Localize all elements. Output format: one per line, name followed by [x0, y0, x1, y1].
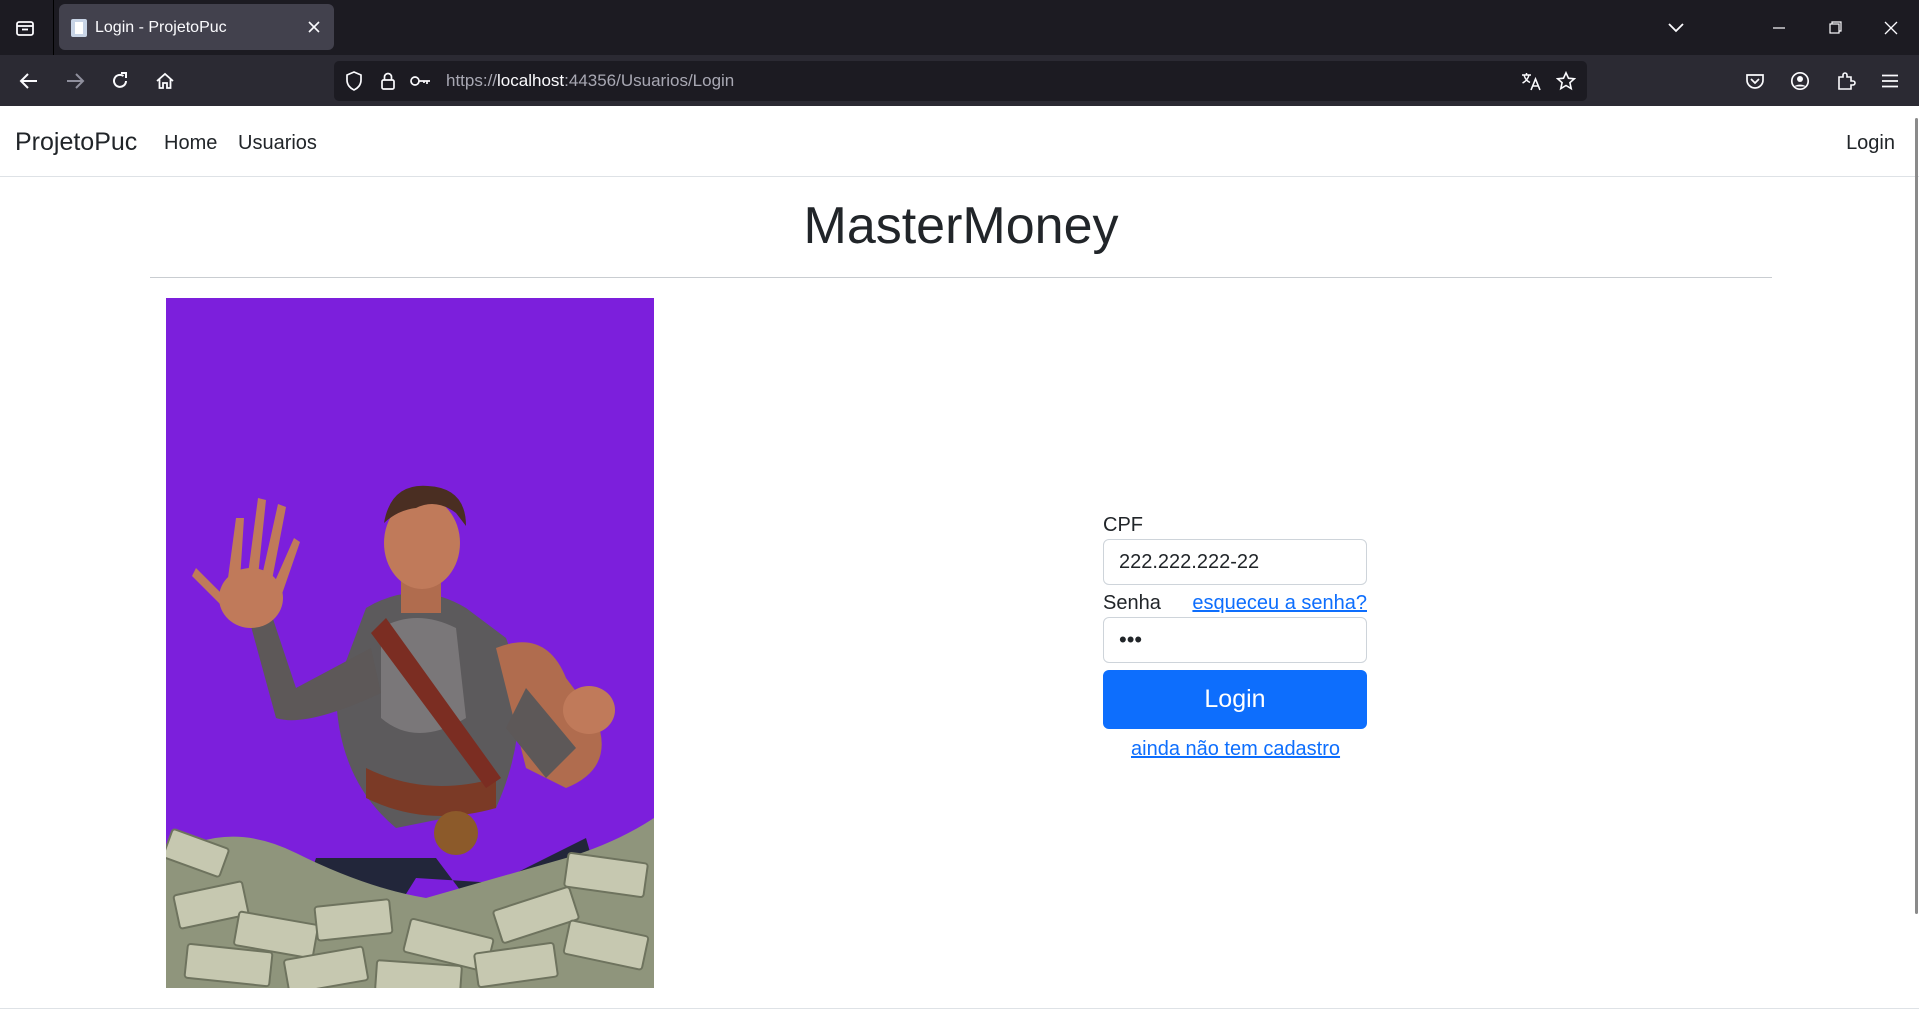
tab-overflow-chevron-icon[interactable] — [1648, 0, 1704, 55]
login-button[interactable]: Login — [1103, 670, 1367, 729]
address-bar[interactable]: https://localhost:44356/Usuarios/Login — [334, 61, 1587, 101]
close-window-icon[interactable] — [1863, 0, 1919, 55]
url-path: :44356/Usuarios/Login — [564, 71, 735, 90]
hero-warrior-money-image — [166, 298, 654, 988]
web-page: ProjetoPuc Home Usuarios Login MasterMon… — [0, 106, 1919, 1015]
browser-tab-bar: Login - ProjetoPuc — [0, 0, 1919, 55]
url-host: localhost — [497, 71, 565, 90]
cpf-input[interactable]: 222.222.222-22 — [1103, 539, 1367, 585]
scrollbar-thumb[interactable] — [1915, 118, 1918, 914]
translate-icon[interactable] — [1517, 67, 1545, 95]
key-icon[interactable] — [407, 67, 435, 95]
footer-divider — [0, 1008, 1919, 1009]
senha-label: Senha — [1103, 592, 1161, 614]
restore-icon[interactable] — [1807, 0, 1863, 55]
password-input[interactable]: ••• — [1103, 617, 1367, 663]
bookmark-star-icon[interactable] — [1552, 67, 1580, 95]
close-tab-icon[interactable] — [302, 15, 326, 39]
url-text[interactable]: https://localhost:44356/Usuarios/Login — [446, 71, 734, 91]
forgot-password-link[interactable]: esqueceu a senha? — [1192, 592, 1367, 615]
tab-separator — [53, 0, 54, 55]
site-brand[interactable]: ProjetoPuc — [15, 128, 137, 157]
cpf-label: CPF — [1103, 514, 1143, 536]
lock-icon[interactable] — [374, 67, 402, 95]
site-navbar: ProjetoPuc Home Usuarios Login — [0, 106, 1919, 177]
title-divider — [150, 277, 1772, 278]
shield-icon[interactable] — [340, 67, 368, 95]
register-link[interactable]: ainda não tem cadastro — [1131, 738, 1340, 761]
account-icon[interactable] — [1786, 67, 1814, 95]
nav-link-usuarios[interactable]: Usuarios — [238, 132, 317, 155]
menu-hamburger-icon[interactable] — [1876, 67, 1904, 95]
page-favicon-icon — [71, 19, 87, 37]
forward-arrow-icon[interactable] — [61, 67, 89, 95]
nav-link-login[interactable]: Login — [1846, 132, 1895, 155]
page-title: MasterMoney — [803, 197, 1119, 255]
extensions-icon[interactable] — [1832, 67, 1860, 95]
back-arrow-icon[interactable] — [15, 67, 43, 95]
tab-list-icon[interactable] — [10, 14, 40, 42]
page-scrollbar[interactable] — [1913, 106, 1919, 1015]
tab-title: Login - ProjetoPuc — [95, 19, 227, 36]
nav-link-home[interactable]: Home — [164, 132, 217, 155]
pocket-icon[interactable] — [1741, 67, 1769, 95]
url-scheme: https:// — [446, 71, 498, 90]
home-icon[interactable] — [151, 67, 179, 95]
browser-tab-active[interactable]: Login - ProjetoPuc — [59, 4, 334, 50]
browser-toolbar: https://localhost:44356/Usuarios/Login — [0, 55, 1919, 106]
minimize-icon[interactable] — [1751, 0, 1807, 55]
reload-icon[interactable] — [106, 67, 134, 95]
